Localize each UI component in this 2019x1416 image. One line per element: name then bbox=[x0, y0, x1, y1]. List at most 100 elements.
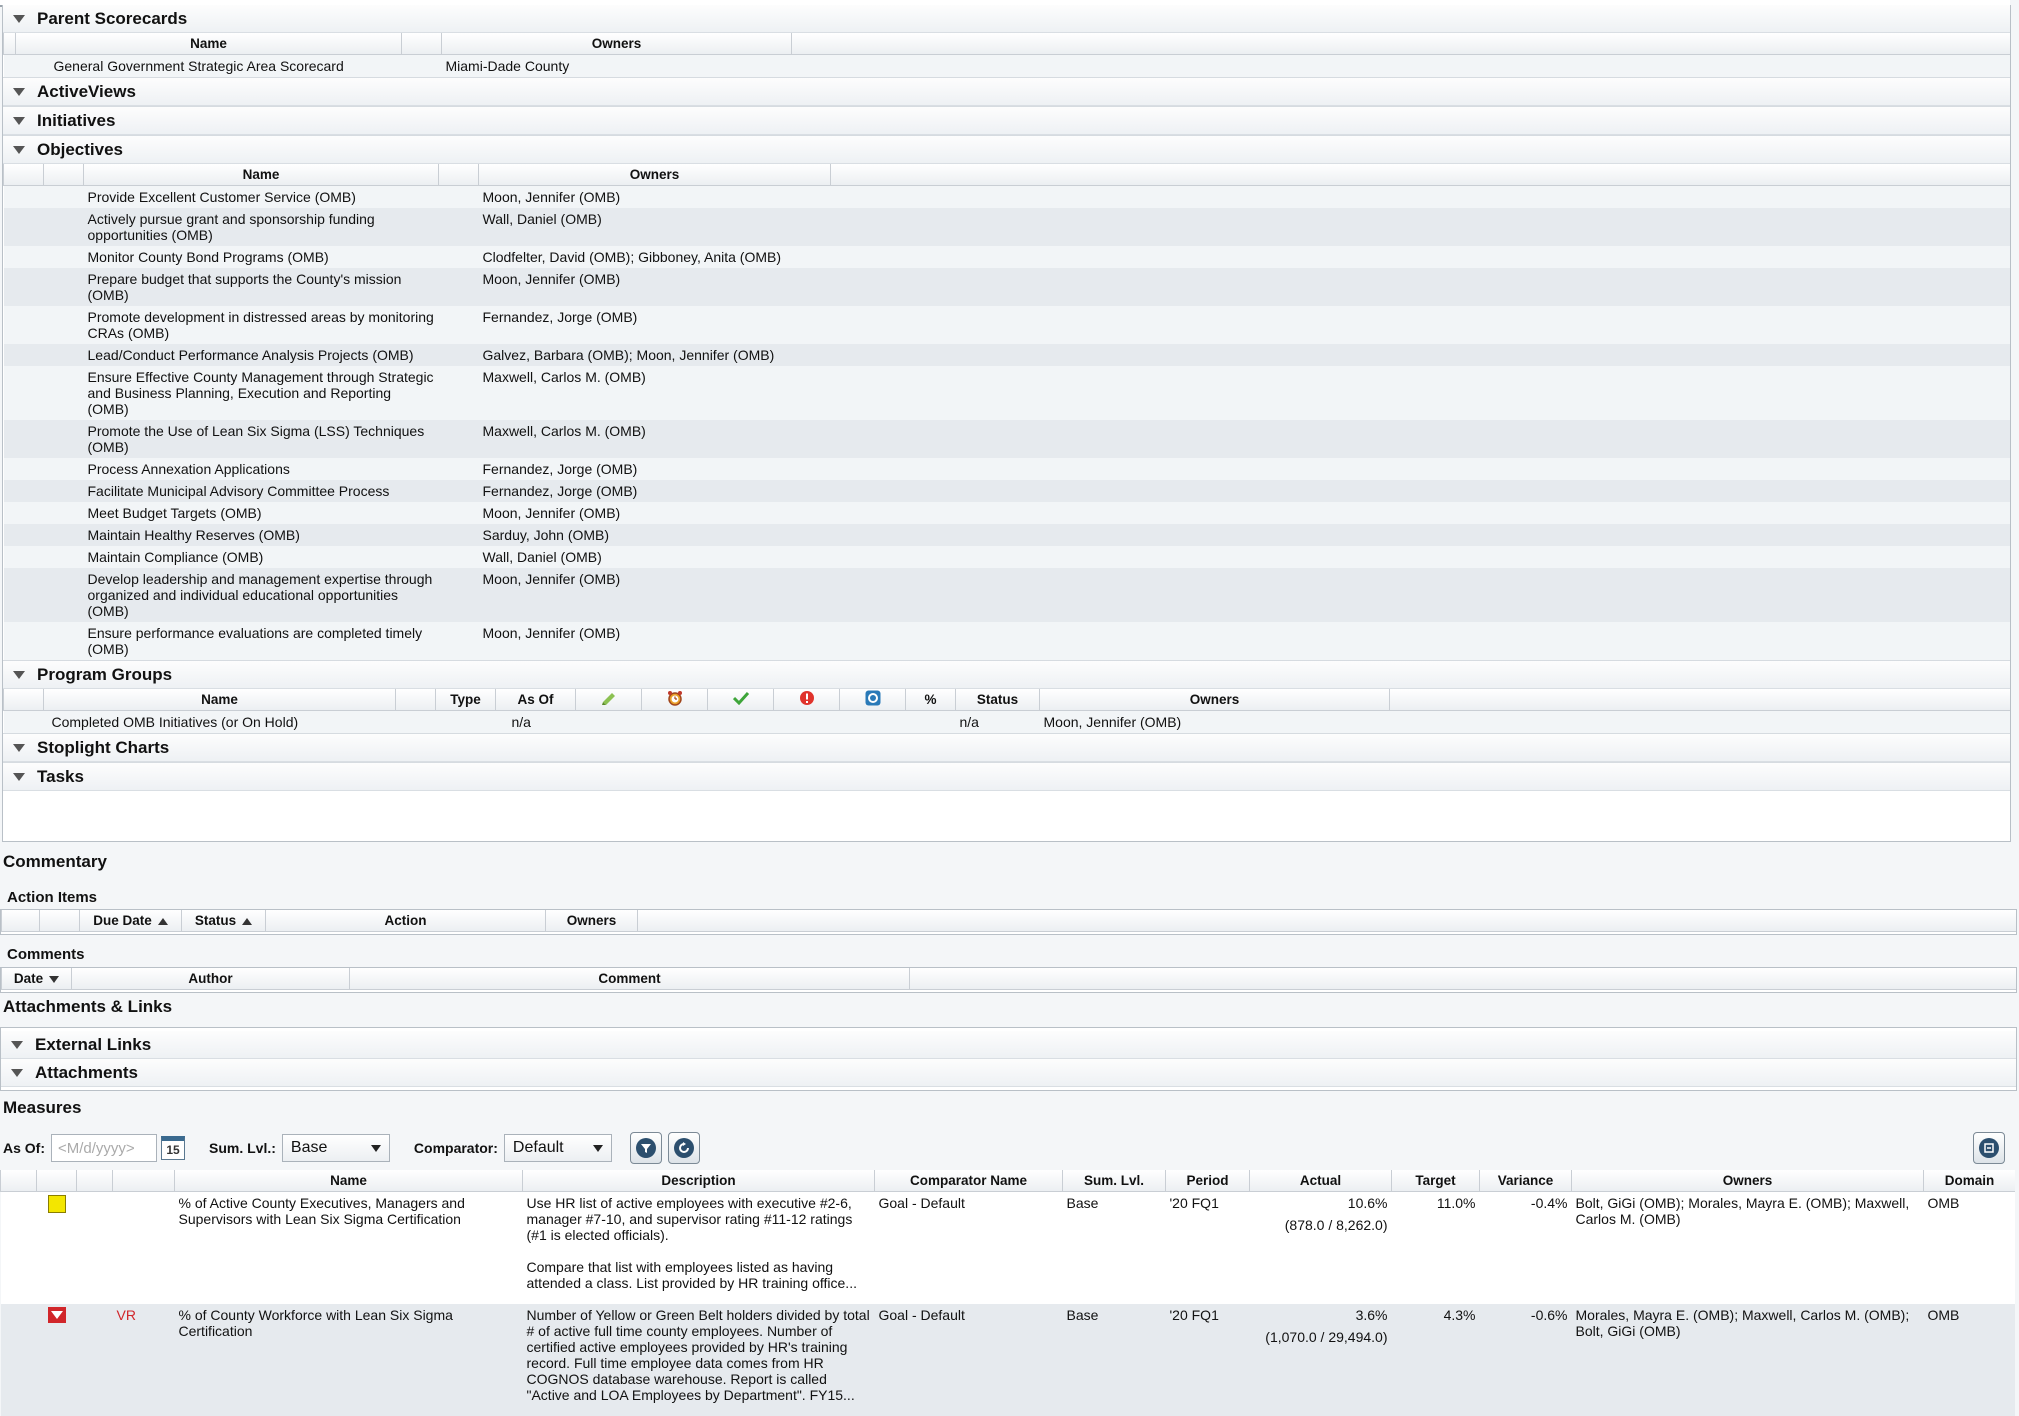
collapse-triangle-icon[interactable] bbox=[13, 14, 25, 23]
column-header-status[interactable]: Status bbox=[955, 689, 1040, 711]
column-header-actual[interactable]: Actual bbox=[1249, 1170, 1392, 1192]
section-header-parent-scorecards[interactable]: Parent Scorecards bbox=[3, 5, 2010, 33]
comparator-select[interactable]: Default bbox=[503, 1134, 612, 1162]
scorecard-name[interactable]: General Government Strategic Area Scorec… bbox=[15, 54, 402, 77]
objective-name[interactable]: Provide Excellent Customer Service (OMB) bbox=[83, 185, 439, 208]
section-header-tasks[interactable]: Tasks bbox=[3, 763, 2010, 791]
calendar-icon[interactable]: 15 bbox=[161, 1136, 185, 1160]
column-header-owners[interactable]: Owners bbox=[478, 164, 831, 186]
filter-button[interactable] bbox=[629, 1132, 662, 1164]
section-header-active-views[interactable]: ActiveViews bbox=[3, 78, 2010, 106]
section-header-program-groups[interactable]: Program Groups bbox=[3, 661, 2010, 689]
section-header-external-links[interactable]: External Links bbox=[1, 1031, 2016, 1059]
column-header-date[interactable]: Date bbox=[1, 968, 72, 990]
column-header-type[interactable]: Type bbox=[435, 689, 496, 711]
objective-name[interactable]: Monitor County Bond Programs (OMB) bbox=[83, 246, 439, 268]
column-header-domain[interactable]: Domain bbox=[1923, 1170, 2015, 1192]
objective-name[interactable]: Ensure Effective County Management throu… bbox=[83, 366, 439, 420]
sum-lvl-select[interactable]: Base bbox=[281, 1134, 390, 1162]
column-header-on-track[interactable] bbox=[707, 689, 774, 711]
check-icon bbox=[732, 691, 749, 706]
collapse-triangle-icon[interactable] bbox=[13, 116, 25, 125]
objective-name[interactable]: Process Annexation Applications bbox=[83, 458, 439, 480]
table-row[interactable]: Maintain Compliance (OMB) Wall, Daniel (O… bbox=[3, 546, 2010, 568]
table-row[interactable]: General Government Strategic Area Scorec… bbox=[3, 54, 2010, 77]
collapse-triangle-icon[interactable] bbox=[13, 145, 25, 154]
collapse-triangle-icon[interactable] bbox=[13, 743, 25, 752]
table-row[interactable]: Meet Budget Targets (OMB) Moon, Jennifer … bbox=[3, 502, 2010, 524]
column-header-name[interactable]: Name bbox=[43, 689, 396, 711]
table-row[interactable]: Facilitate Municipal Advisory Committee … bbox=[3, 480, 2010, 502]
column-header-sum-lvl[interactable]: Sum. Lvl. bbox=[1062, 1170, 1166, 1192]
table-row[interactable]: Promote the Use of Lean Six Sigma (LSS) … bbox=[3, 420, 2010, 458]
table-row[interactable]: Provide Excellent Customer Service (OMB)… bbox=[3, 185, 2010, 208]
column-header-due-date[interactable]: Due Date bbox=[79, 910, 182, 932]
table-row[interactable]: Monitor County Bond Programs (OMB) Clodfe… bbox=[3, 246, 2010, 268]
measures-table: Name Description Comparator Name Sum. Lv… bbox=[0, 1170, 2015, 1416]
program-group-name[interactable]: Completed OMB Initiatives (or On Hold) bbox=[43, 710, 396, 733]
objective-name[interactable]: Meet Budget Targets (OMB) bbox=[83, 502, 439, 524]
column-header-status[interactable]: Status bbox=[181, 910, 266, 932]
collapse-triangle-icon[interactable] bbox=[13, 772, 25, 781]
section-stoplight-charts: Stoplight Charts bbox=[3, 734, 2010, 763]
column-header-name[interactable]: Name bbox=[83, 164, 439, 186]
measure-code[interactable]: VR bbox=[112, 1303, 175, 1416]
column-header-target[interactable]: Target bbox=[1391, 1170, 1480, 1192]
table-row[interactable]: Process Annexation Applications Fernandez… bbox=[3, 458, 2010, 480]
section-header-stoplight-charts[interactable]: Stoplight Charts bbox=[3, 734, 2010, 762]
column-header-percent[interactable]: % bbox=[905, 689, 956, 711]
column-header-owners[interactable]: Owners bbox=[545, 910, 638, 932]
column-header-as-of[interactable]: As Of bbox=[495, 689, 576, 711]
objective-name[interactable]: Maintain Healthy Reserves (OMB) bbox=[83, 524, 439, 546]
column-header-name[interactable]: Name bbox=[174, 1170, 523, 1192]
column-header-completed[interactable] bbox=[575, 689, 642, 711]
table-row[interactable]: Ensure performance evaluations are compl… bbox=[3, 622, 2010, 660]
table-row[interactable]: Ensure Effective County Management throu… bbox=[3, 366, 2010, 420]
collapse-triangle-icon[interactable] bbox=[11, 1040, 23, 1049]
refresh-button[interactable] bbox=[667, 1132, 700, 1164]
column-header-period[interactable]: Period bbox=[1165, 1170, 1250, 1192]
objective-name[interactable]: Prepare budget that supports the County'… bbox=[83, 268, 439, 306]
column-header-action[interactable]: Action bbox=[265, 910, 546, 932]
column-header-author[interactable]: Author bbox=[71, 968, 350, 990]
column-header-owners[interactable]: Owners bbox=[441, 33, 792, 55]
collapse-triangle-icon[interactable] bbox=[13, 87, 25, 96]
table-row[interactable]: VR % of County Workforce with Lean Six S… bbox=[0, 1303, 2015, 1416]
objective-name[interactable]: Facilitate Municipal Advisory Committee … bbox=[83, 480, 439, 502]
objective-name[interactable]: Develop leadership and management expert… bbox=[83, 568, 439, 622]
objective-name[interactable]: Actively pursue grant and sponsorship fu… bbox=[83, 208, 439, 246]
table-row[interactable]: Lead/Conduct Performance Analysis Projec… bbox=[3, 344, 2010, 366]
section-header-attachments[interactable]: Attachments bbox=[1, 1059, 2016, 1087]
table-row[interactable]: % of Active County Executives, Managers … bbox=[0, 1191, 2015, 1304]
column-header-not-started[interactable] bbox=[839, 689, 906, 711]
table-row[interactable]: Develop leadership and management expert… bbox=[3, 568, 2010, 622]
table-row[interactable]: Maintain Healthy Reserves (OMB) Sarduy, J… bbox=[3, 524, 2010, 546]
table-row[interactable]: Prepare budget that supports the County'… bbox=[3, 268, 2010, 306]
column-header-owners[interactable]: Owners bbox=[1039, 689, 1390, 711]
table-row[interactable]: Completed OMB Initiatives (or On Hold) n… bbox=[3, 710, 2010, 733]
objective-name[interactable]: Promote the Use of Lean Six Sigma (LSS) … bbox=[83, 420, 439, 458]
objective-name[interactable]: Lead/Conduct Performance Analysis Projec… bbox=[83, 344, 439, 366]
export-button[interactable] bbox=[1973, 1132, 2005, 1164]
measure-name[interactable]: % of Active County Executives, Managers … bbox=[174, 1191, 523, 1304]
column-header-name[interactable]: Name bbox=[15, 33, 402, 55]
column-header-late[interactable] bbox=[641, 689, 708, 711]
refresh-icon bbox=[673, 1138, 694, 1158]
measure-name[interactable]: % of County Workforce with Lean Six Sigm… bbox=[174, 1303, 523, 1416]
objective-name[interactable]: Maintain Compliance (OMB) bbox=[83, 546, 439, 568]
column-header-variance[interactable]: Variance bbox=[1479, 1170, 1572, 1192]
collapse-triangle-icon[interactable] bbox=[11, 1068, 23, 1077]
column-header-comment[interactable]: Comment bbox=[349, 968, 910, 990]
section-header-initiatives[interactable]: Initiatives bbox=[3, 107, 2010, 135]
column-header-description[interactable]: Description bbox=[522, 1170, 875, 1192]
column-header-comparator-name[interactable]: Comparator Name bbox=[874, 1170, 1063, 1192]
section-header-objectives[interactable]: Objectives bbox=[3, 136, 2010, 164]
objective-name[interactable]: Ensure performance evaluations are compl… bbox=[83, 622, 439, 660]
column-header-owners[interactable]: Owners bbox=[1571, 1170, 1924, 1192]
objective-name[interactable]: Promote development in distressed areas … bbox=[83, 306, 439, 344]
as-of-date-input[interactable]: <M/d/yyyy> bbox=[51, 1134, 157, 1162]
table-row[interactable]: Promote development in distressed areas … bbox=[3, 306, 2010, 344]
column-header-at-risk[interactable] bbox=[773, 689, 840, 711]
collapse-triangle-icon[interactable] bbox=[13, 670, 25, 679]
table-row[interactable]: Actively pursue grant and sponsorship fu… bbox=[3, 208, 2010, 246]
